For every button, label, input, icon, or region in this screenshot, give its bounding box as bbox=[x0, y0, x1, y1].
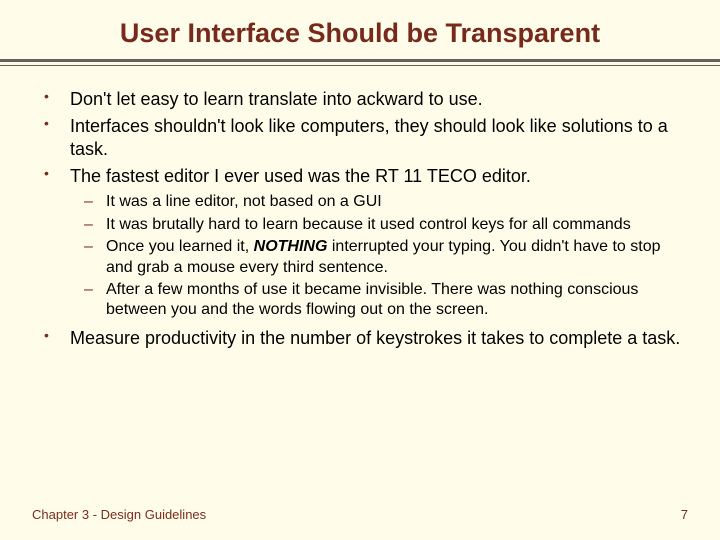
sub-bullet-emphasis: NOTHING bbox=[254, 238, 328, 255]
slide-content: Don't let easy to learn translate into a… bbox=[32, 88, 688, 350]
footer-chapter: Chapter 3 - Design Guidelines bbox=[32, 507, 206, 522]
bullet-item: Measure productivity in the number of ke… bbox=[70, 327, 682, 350]
sub-bullet-text-pre: Once you learned it, bbox=[106, 238, 254, 255]
title-divider bbox=[0, 59, 720, 66]
slide-title: User Interface Should be Transparent bbox=[32, 18, 688, 49]
bullet-text: Measure productivity in the number of ke… bbox=[70, 328, 680, 348]
sub-bullet-item: It was brutally hard to learn because it… bbox=[106, 215, 682, 235]
sub-bullet-text: It was a line editor, not based on a GUI bbox=[106, 193, 382, 210]
sub-bullet-item: Once you learned it, NOTHING interrupted… bbox=[106, 237, 682, 278]
bullet-item: The fastest editor I ever used was the R… bbox=[70, 165, 682, 321]
sub-bullet-item: It was a line editor, not based on a GUI bbox=[106, 192, 682, 212]
slide: User Interface Should be Transparent Don… bbox=[0, 0, 720, 540]
sub-bullet-list: It was a line editor, not based on a GUI… bbox=[70, 192, 682, 321]
bullet-item: Interfaces shouldn't look like computers… bbox=[70, 115, 682, 161]
sub-bullet-item: After a few months of use it became invi… bbox=[106, 280, 682, 321]
footer-page-number: 7 bbox=[681, 507, 688, 522]
bullet-text: Interfaces shouldn't look like computers… bbox=[70, 116, 668, 159]
bullet-list: Don't let easy to learn translate into a… bbox=[38, 88, 682, 350]
bullet-text: The fastest editor I ever used was the R… bbox=[70, 166, 531, 186]
bullet-text: Don't let easy to learn translate into a… bbox=[70, 89, 483, 109]
sub-bullet-text: It was brutally hard to learn because it… bbox=[106, 216, 631, 233]
bullet-item: Don't let easy to learn translate into a… bbox=[70, 88, 682, 111]
slide-footer: Chapter 3 - Design Guidelines 7 bbox=[32, 507, 688, 522]
sub-bullet-text: After a few months of use it became invi… bbox=[106, 281, 638, 318]
